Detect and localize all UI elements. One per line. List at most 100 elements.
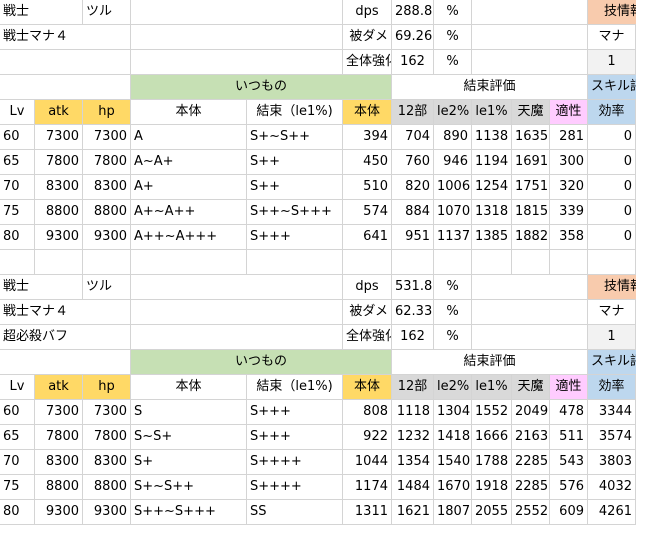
table-cell[interactable]: 2049 (512, 400, 550, 425)
empty-cell[interactable] (472, 325, 588, 350)
table-cell[interactable]: A~A+ (131, 150, 247, 175)
column-header[interactable]: 本体 (343, 375, 392, 400)
table-cell[interactable]: 8300 (35, 175, 83, 200)
table-cell[interactable]: S+++ (247, 425, 343, 450)
column-header[interactable]: Lv (0, 100, 35, 125)
empty-cell[interactable] (83, 250, 131, 275)
table-cell[interactable]: 574 (343, 200, 392, 225)
table-cell[interactable]: 60 (0, 400, 35, 425)
table-cell[interactable]: 1232 (392, 425, 434, 450)
table-cell[interactable]: 1815 (512, 200, 550, 225)
table-cell[interactable]: 1540 (434, 450, 472, 475)
column-header[interactable]: 結束（le1%) (247, 375, 343, 400)
table-cell[interactable]: 70 (0, 175, 35, 200)
table-cell[interactable]: 8800 (83, 475, 131, 500)
overall-boost-unit[interactable]: % (434, 50, 472, 75)
table-cell[interactable]: 8800 (83, 200, 131, 225)
table-cell[interactable]: 8800 (35, 475, 83, 500)
table-cell[interactable]: A (131, 125, 247, 150)
table-cell[interactable]: 543 (550, 450, 588, 475)
dps-label[interactable]: dps (343, 275, 392, 300)
table-cell[interactable]: 1311 (343, 500, 392, 525)
table-cell[interactable]: 1635 (512, 125, 550, 150)
unit-class-label[interactable]: 戦士 (0, 0, 83, 25)
table-cell[interactable]: S++~S+++ (131, 500, 247, 525)
table-cell[interactable]: 2163 (512, 425, 550, 450)
column-header[interactable]: 効率 (588, 375, 636, 400)
table-cell[interactable]: 0 (588, 200, 636, 225)
table-cell[interactable]: 576 (550, 475, 588, 500)
table-cell[interactable]: 1552 (472, 400, 512, 425)
table-cell[interactable]: 820 (392, 175, 434, 200)
table-cell[interactable]: 7300 (83, 125, 131, 150)
dps-value[interactable]: 288.8 (392, 0, 434, 25)
table-cell[interactable]: 1304 (434, 400, 472, 425)
group-header-itsumono[interactable]: いつもの (131, 75, 392, 100)
table-cell[interactable]: 2055 (472, 500, 512, 525)
overall-boost-value[interactable]: 162 (392, 325, 434, 350)
damage-taken-label[interactable]: 被ダメ (343, 25, 392, 50)
table-cell[interactable]: 951 (392, 225, 434, 250)
table-cell[interactable]: 1174 (343, 475, 392, 500)
table-cell[interactable]: 7800 (83, 425, 131, 450)
table-cell[interactable]: 1788 (472, 450, 512, 475)
table-cell[interactable]: 1418 (434, 425, 472, 450)
empty-cell[interactable] (588, 250, 636, 275)
mana-value[interactable]: 1 (588, 325, 636, 350)
column-header[interactable]: 12部 (392, 375, 434, 400)
buff-label[interactable]: 超必殺バフ (0, 325, 131, 350)
table-cell[interactable]: 450 (343, 150, 392, 175)
empty-cell[interactable] (472, 25, 588, 50)
column-header[interactable]: 天魔 (512, 375, 550, 400)
table-cell[interactable]: 80 (0, 225, 35, 250)
empty-cell[interactable] (35, 250, 83, 275)
table-cell[interactable]: 3344 (588, 400, 636, 425)
table-cell[interactable]: A+ (131, 175, 247, 200)
table-cell[interactable]: 65 (0, 150, 35, 175)
table-cell[interactable]: 511 (550, 425, 588, 450)
column-header[interactable]: 12部 (392, 100, 434, 125)
table-cell[interactable]: 2285 (512, 450, 550, 475)
overall-boost-unit[interactable]: % (434, 325, 472, 350)
column-header[interactable]: 適性 (550, 100, 588, 125)
table-cell[interactable]: S+++ (247, 400, 343, 425)
table-cell[interactable]: SS (247, 500, 343, 525)
empty-cell[interactable] (512, 250, 550, 275)
damage-taken-label[interactable]: 被ダメ (343, 300, 392, 325)
empty-cell[interactable] (472, 300, 588, 325)
empty-cell[interactable] (131, 250, 247, 275)
table-cell[interactable]: 922 (343, 425, 392, 450)
dps-label[interactable]: dps (343, 0, 392, 25)
table-cell[interactable]: 7800 (35, 425, 83, 450)
empty-cell[interactable] (131, 300, 343, 325)
table-cell[interactable]: 7800 (83, 150, 131, 175)
empty-cell[interactable] (131, 50, 343, 75)
table-cell[interactable]: 8300 (35, 450, 83, 475)
table-cell[interactable]: 8300 (83, 175, 131, 200)
mana-label[interactable]: 戦士マナ４ (0, 300, 131, 325)
column-header[interactable]: le1% (472, 100, 512, 125)
table-cell[interactable]: 609 (550, 500, 588, 525)
table-cell[interactable]: 1118 (392, 400, 434, 425)
empty-cell[interactable] (472, 50, 588, 75)
damage-taken-unit[interactable]: % (434, 25, 472, 50)
table-cell[interactable]: 80 (0, 500, 35, 525)
column-header[interactable]: le1% (472, 375, 512, 400)
column-header[interactable]: 本体 (343, 100, 392, 125)
table-cell[interactable]: 1691 (512, 150, 550, 175)
empty-cell[interactable] (550, 250, 588, 275)
empty-cell[interactable] (343, 250, 392, 275)
table-cell[interactable]: 394 (343, 125, 392, 150)
table-cell[interactable]: S++ (247, 175, 343, 200)
table-cell[interactable]: S++++ (247, 475, 343, 500)
table-cell[interactable]: 8300 (83, 450, 131, 475)
table-cell[interactable]: 0 (588, 175, 636, 200)
table-cell[interactable]: 1070 (434, 200, 472, 225)
table-cell[interactable]: 808 (343, 400, 392, 425)
empty-cell[interactable] (0, 250, 35, 275)
table-cell[interactable]: 1006 (434, 175, 472, 200)
table-cell[interactable]: 9300 (83, 500, 131, 525)
table-cell[interactable]: 9300 (83, 225, 131, 250)
table-cell[interactable]: 4261 (588, 500, 636, 525)
column-header[interactable]: 適性 (550, 375, 588, 400)
